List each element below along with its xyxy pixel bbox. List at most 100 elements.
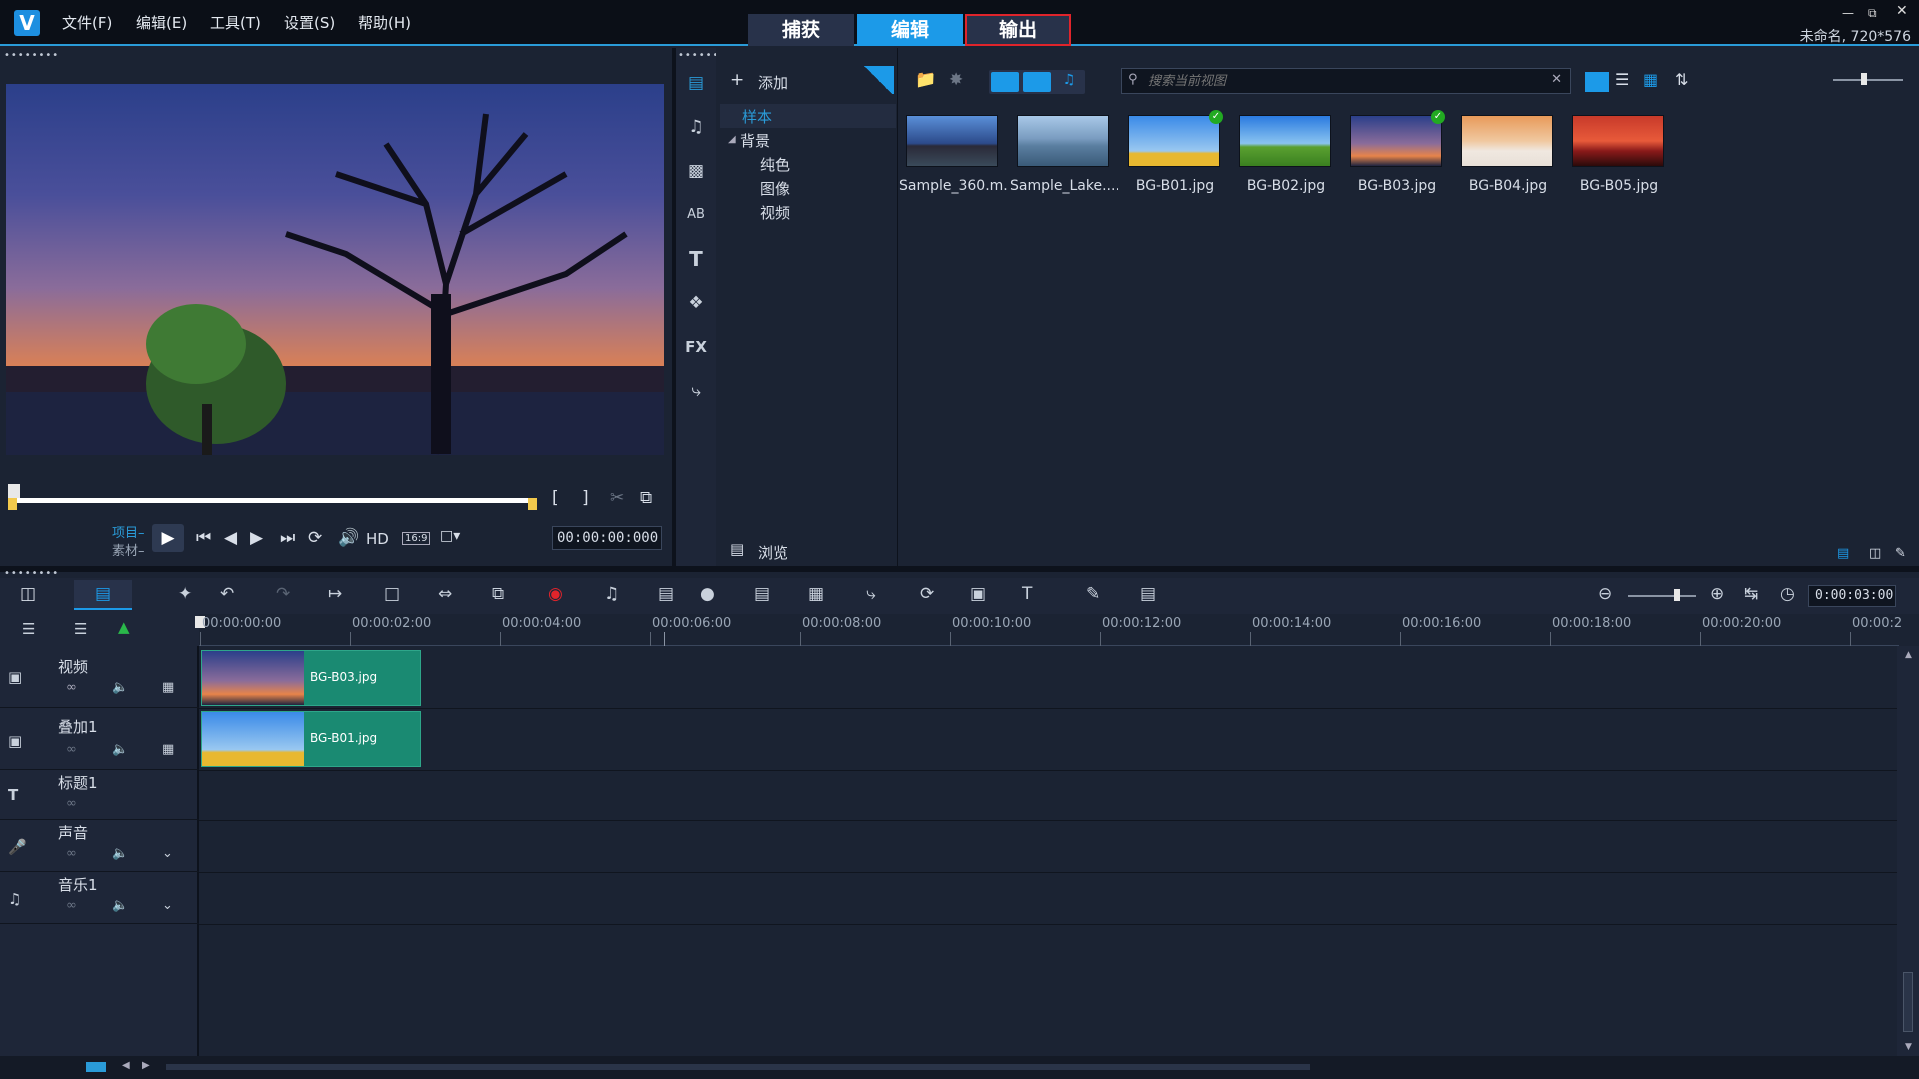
fx-filter-icon[interactable]: FX <box>681 332 711 362</box>
splitter-horizontal[interactable] <box>0 566 1919 572</box>
timeline-clip[interactable]: BG-B03.jpg <box>201 650 421 706</box>
search-box[interactable]: ⚲ ✕ <box>1121 68 1571 94</box>
audio-mixer-icon[interactable]: ♫ <box>604 584 619 604</box>
timeline-ruler[interactable] <box>195 614 1899 646</box>
fit-project-icon[interactable]: ↦ <box>328 584 342 604</box>
clip-mode-label[interactable]: 素材– <box>112 540 145 559</box>
track-voice[interactable]: 🎤 声音 ∞ 🔈 ⌄ <box>0 820 199 872</box>
vertical-scrollbar[interactable]: ▲ ▼ <box>1897 646 1919 1056</box>
clear-search-icon[interactable]: ✕ <box>1551 72 1562 87</box>
menu-tools[interactable]: 工具(T) <box>210 0 261 46</box>
subtitle-icon[interactable]: ▤ <box>658 584 674 604</box>
volume-icon[interactable]: 🔊 <box>338 528 359 548</box>
split-screen-icon[interactable]: ⇔ <box>438 584 452 604</box>
scroll-navigator-icon[interactable] <box>86 1062 106 1072</box>
ripple-icon[interactable]: ▦ <box>162 680 174 695</box>
crop-icon[interactable]: ⧉ <box>492 584 504 604</box>
add-chapter-icon[interactable]: ☰ <box>74 620 87 638</box>
scroll-left-icon[interactable]: ◀ <box>122 1060 130 1071</box>
search-icon[interactable]: ⚲ <box>1128 72 1138 87</box>
track-overlay[interactable]: ▣ 叠加1 ∞ 🔈 ▦ <box>0 708 199 770</box>
project-mode-text[interactable]: 项目 <box>112 526 138 541</box>
browse-icon[interactable]: ▤ <box>730 540 744 558</box>
record-icon[interactable]: ◉ <box>548 584 563 604</box>
pan-zoom-icon[interactable]: □ <box>384 584 400 604</box>
library-item[interactable]: BG-B01.jpg ✓ <box>1121 108 1229 198</box>
tree-item-background[interactable]: 背景 <box>740 130 770 151</box>
display-mode-icon[interactable]: □▾ <box>440 528 460 544</box>
playhead-marker[interactable] <box>8 484 20 498</box>
restore-icon[interactable]: ⧉ <box>1868 6 1877 21</box>
show-video-toggle[interactable] <box>991 72 1019 92</box>
track-manager-icon[interactable]: ☰ <box>22 620 35 638</box>
title-icon[interactable]: AB <box>681 200 711 230</box>
repeat-icon[interactable]: ⟳ <box>308 528 322 548</box>
aspect-ratio-button[interactable]: 16:9 <box>402 532 431 545</box>
library-item[interactable]: Sample_360.m... <box>899 108 1007 198</box>
title-editor-icon[interactable]: ▤ <box>754 584 770 604</box>
project-duration-icon[interactable]: ◷ <box>1780 584 1795 604</box>
show-audio-toggle[interactable]: ♫ <box>1055 72 1083 92</box>
library-item[interactable]: BG-B04.jpg <box>1454 108 1562 198</box>
timeline-view-icon[interactable]: ▤ <box>74 580 132 610</box>
paint-icon[interactable]: ✎ <box>1086 584 1100 604</box>
thumbnail-size-handle[interactable] <box>1861 73 1867 85</box>
mask-icon[interactable]: ● <box>700 584 715 604</box>
track-music[interactable]: ♫ 音乐1 ∞ 🔈 ⌄ <box>0 872 199 924</box>
mark-out-icon[interactable]: ] <box>582 488 589 508</box>
track-title[interactable]: T 标题1 ∞ <box>0 770 199 820</box>
library-item[interactable]: BG-B05.jpg <box>1565 108 1673 198</box>
media-library-icon[interactable]: ▤ <box>681 68 711 98</box>
scroll-up-icon[interactable]: ▲ <box>1905 650 1912 660</box>
library-item[interactable]: BG-B03.jpg ✓ <box>1343 108 1451 198</box>
panel-layout-icon[interactable]: ▤ <box>1837 546 1849 561</box>
enlarge-preview-icon[interactable]: ⧉ <box>640 488 652 508</box>
menu-file[interactable]: 文件(F) <box>62 0 112 46</box>
time-remap-icon[interactable]: ⟳ <box>920 584 934 604</box>
search-input[interactable] <box>1148 72 1538 90</box>
tree-item-sample[interactable]: 样本 <box>720 104 896 128</box>
project-duration[interactable]: 0:00:03:00 <box>1808 585 1896 607</box>
sort-icon[interactable]: ⇅ <box>1675 70 1688 89</box>
link-icon[interactable]: ∞ <box>66 680 77 695</box>
scroll-down-icon[interactable]: ▼ <box>1905 1042 1912 1052</box>
close-icon[interactable]: ✕ <box>1896 3 1908 19</box>
snapshot-icon[interactable]: ▣ <box>970 584 986 604</box>
tree-item-color[interactable]: 纯色 <box>760 154 790 175</box>
zoom-slider[interactable] <box>1628 595 1696 597</box>
zoom-slider-handle[interactable] <box>1674 589 1680 601</box>
import-media-icon[interactable]: 📁 <box>915 70 936 90</box>
clip-mode-text[interactable]: 素材 <box>112 544 138 559</box>
split-view-icon[interactable]: ◫ <box>1869 546 1881 561</box>
redo-icon[interactable]: ↷ <box>276 584 290 604</box>
zoom-out-icon[interactable]: ⊖ <box>1598 584 1612 604</box>
link-icon[interactable]: ∞ <box>66 898 77 913</box>
text-icon[interactable]: T <box>681 244 711 274</box>
view-list-icon[interactable]: ☰ <box>1615 70 1629 89</box>
pin-icon[interactable] <box>862 66 894 94</box>
zoom-in-icon[interactable]: ⊕ <box>1710 584 1724 604</box>
mute-icon[interactable]: 🔈 <box>112 742 128 757</box>
panel-grip[interactable]: •••••••• <box>4 51 59 61</box>
scroll-thumb[interactable] <box>1903 972 1913 1032</box>
3d-title-icon[interactable]: T <box>1022 584 1032 604</box>
hd-preview-button[interactable]: HD <box>366 530 389 548</box>
chevron-down-icon[interactable]: ⌄ <box>162 846 173 861</box>
motion-path-icon[interactable]: ⤷ <box>681 376 711 406</box>
scroll-right-icon[interactable]: ▶ <box>142 1060 150 1071</box>
instant-project-icon[interactable]: ♫ <box>681 112 711 142</box>
view-thumbnail-icon[interactable] <box>1585 72 1609 92</box>
next-frame-icon[interactable]: ▶ <box>250 528 263 548</box>
capture-icon[interactable]: ✸ <box>949 70 963 90</box>
horizontal-scrollbar[interactable]: ◀ ▶ <box>0 1056 1919 1079</box>
enable-ripple-icon[interactable]: ▲ <box>118 618 130 636</box>
scroll-thumb-horizontal[interactable] <box>166 1064 1310 1070</box>
scrub-bar[interactable] <box>12 498 535 503</box>
timecode-field[interactable]: 00:00:00:000 <box>552 526 662 550</box>
color-grading-icon[interactable]: ▤ <box>1140 584 1156 604</box>
timeline-grip[interactable]: •••••••• <box>4 569 59 579</box>
add-folder-button[interactable]: 添加 <box>758 72 788 93</box>
tab-share[interactable]: 输出 <box>965 14 1071 46</box>
tree-sample-label[interactable]: 样本 <box>742 106 772 127</box>
library-item[interactable]: BG-B02.jpg <box>1232 108 1340 198</box>
